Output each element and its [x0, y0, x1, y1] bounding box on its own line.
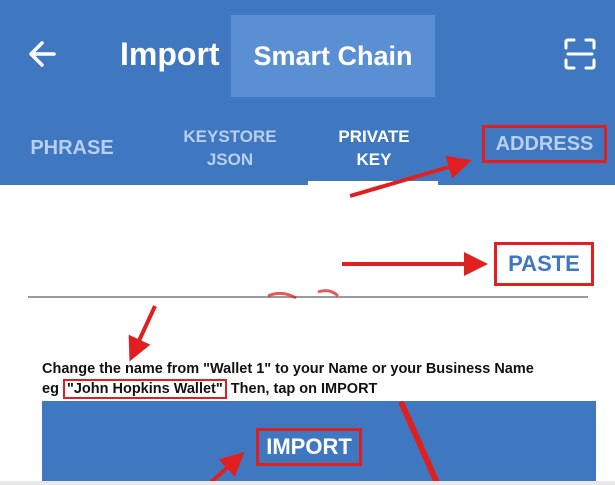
- page-title: Import: [120, 36, 220, 72]
- scan-icon[interactable]: [562, 36, 598, 72]
- back-arrow-icon[interactable]: [24, 34, 64, 74]
- tab-phrase-label: PHRASE: [30, 137, 114, 159]
- chain-name: Smart Chain: [253, 40, 413, 71]
- app-header: Import Smart Chain PHRASE KEYSTORE JSON …: [0, 0, 615, 185]
- address-highlight-box: [482, 125, 607, 163]
- tab-phrase[interactable]: PHRASE: [18, 118, 126, 178]
- tab-keystore-json[interactable]: KEYSTORE JSON: [160, 118, 300, 178]
- instruction-suffix: Then, tap on IMPORT: [226, 381, 378, 397]
- private-key-input-underline[interactable]: [28, 296, 588, 298]
- example-wallet-name: "John Hopkins Wallet": [62, 379, 227, 399]
- tab-private-key-label: PRIVATE KEY: [338, 127, 410, 169]
- instruction-line-2: eg "John Hopkins Wallet" Then, tap on IM…: [42, 379, 607, 399]
- tab-private-key[interactable]: PRIVATE KEY: [318, 118, 430, 178]
- chain-name-box: Smart Chain: [231, 15, 435, 97]
- bottom-edge: [0, 481, 615, 485]
- instruction-line-1: Change the name from "Wallet 1" to your …: [42, 361, 534, 377]
- tab-keystore-json-label: KEYSTORE JSON: [183, 127, 277, 169]
- import-label: IMPORT: [266, 434, 352, 459]
- paste-label: PASTE: [508, 251, 580, 276]
- instruction-prefix: eg: [42, 381, 63, 397]
- instruction-text: Change the name from "Wallet 1" to your …: [42, 359, 607, 399]
- import-button-label-box[interactable]: IMPORT: [256, 428, 362, 466]
- paste-button[interactable]: PASTE: [494, 242, 594, 286]
